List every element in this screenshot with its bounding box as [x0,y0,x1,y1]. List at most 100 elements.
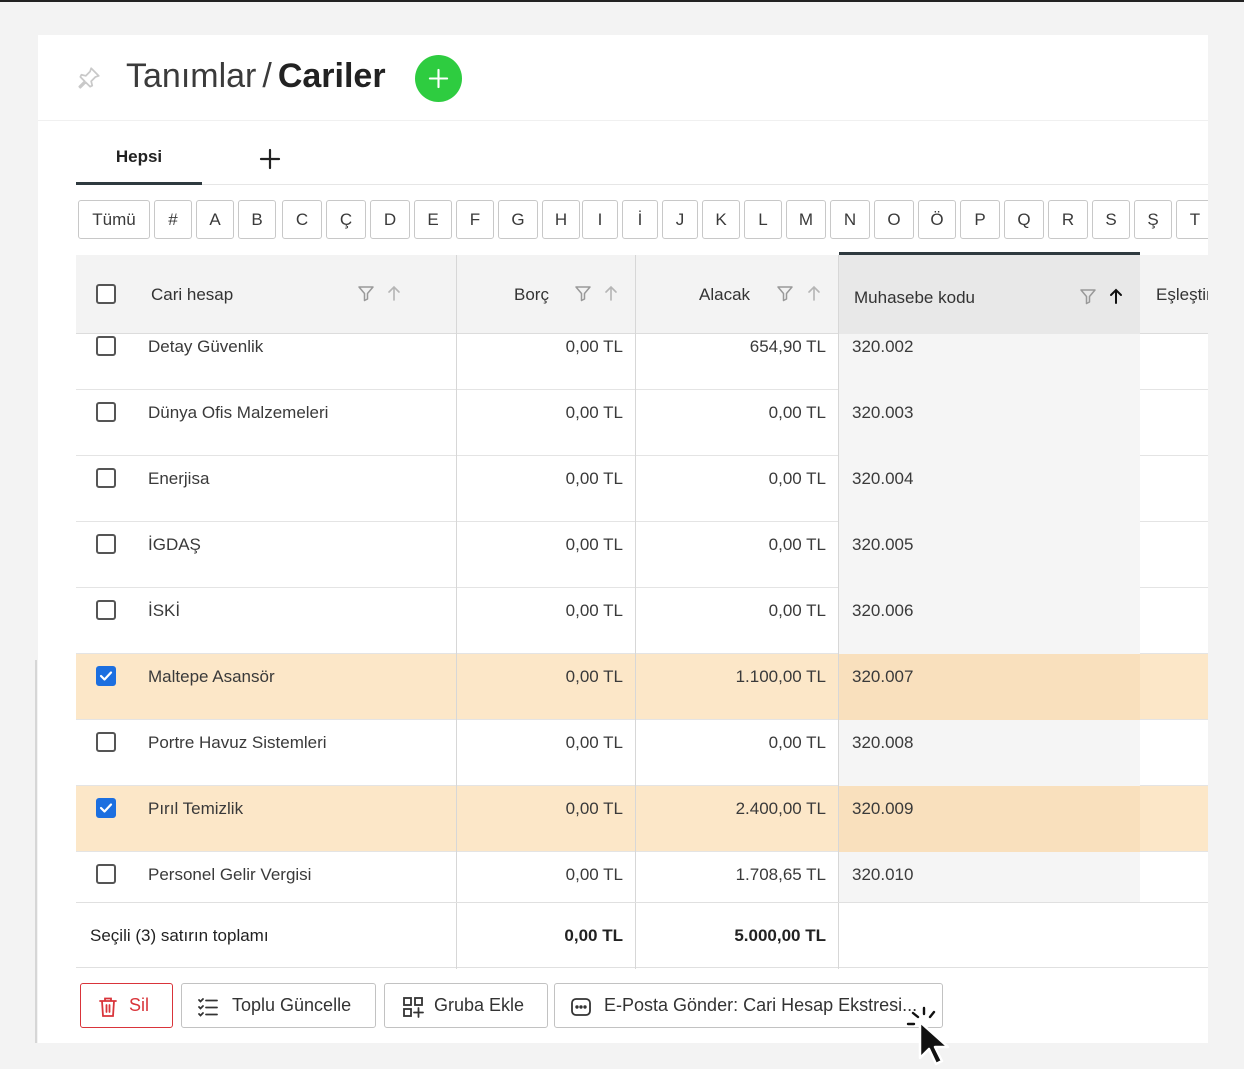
select-all-checkbox[interactable] [96,284,116,304]
letter-filter-3[interactable]: B [238,200,276,239]
delete-button[interactable]: Sil [80,983,173,1028]
filter-icon[interactable] [573,283,593,303]
col-label-eslestirme[interactable]: Eşleştirme [1156,285,1208,305]
letter-filter-4[interactable]: C [282,200,322,239]
letter-filter-5[interactable]: Ç [326,200,366,239]
col-label-borc[interactable]: Borç [514,285,549,305]
letter-filter-10[interactable]: H [542,200,580,239]
add-tab-plus-icon[interactable] [258,147,282,171]
letter-filter-21[interactable]: Q [1004,200,1044,239]
cell-borc: 0,00 TL [565,403,623,422]
sort-up-active-icon[interactable] [1106,286,1126,306]
cell-muhasebe-kodu: 320.010 [852,865,914,884]
table-row[interactable]: Personel Gelir Vergisi 0,00 TL 1.708,65 TL… [76,852,1208,902]
letter-filter-25[interactable]: T [1176,200,1208,239]
row-checkbox[interactable] [96,600,116,620]
add-cari-button[interactable] [415,55,462,102]
letter-filter-7[interactable]: E [414,200,452,239]
email-statement-button[interactable]: E-Posta Gönder: Cari Hesap Ekstresi... [554,983,943,1028]
col-label-alacak[interactable]: Alacak [699,285,750,305]
breadcrumb-current: Cariler [277,57,386,95]
letter-filter-16[interactable]: M [786,200,826,239]
add-to-group-button[interactable]: Gruba Ekle [384,983,548,1028]
cell-alacak: 0,00 TL [768,535,826,554]
cell-cari-name[interactable]: İSKİ [148,588,180,654]
sort-up-icon[interactable] [384,283,404,303]
letter-filter-15[interactable]: L [744,200,782,239]
cell-cari-name[interactable]: Pırıl Temizlik [148,786,243,852]
letter-filter-9[interactable]: G [498,200,538,239]
row-checkbox[interactable] [96,336,116,356]
letter-filter-8[interactable]: F [456,200,494,239]
row-checkbox[interactable] [96,666,116,686]
table-row[interactable]: Portre Havuz Sistemleri 0,00 TL 0,00 TL 320… [76,720,1208,786]
cell-cari-name[interactable]: Detay Güvenlik [148,334,263,390]
letter-filter-12[interactable]: İ [622,200,658,239]
col-header-eslestirme: Eşleştirme [1156,255,1208,334]
letter-filter-23[interactable]: S [1092,200,1130,239]
cell-muhasebe-kodu: 320.005 [852,535,914,554]
row-checkbox[interactable] [96,534,116,554]
cell-cari-name[interactable]: Maltepe Asansör [148,654,275,720]
col-header-muhasebe: Muhasebe kodu [839,252,1140,334]
col-label-muhasebe[interactable]: Muhasebe kodu [854,288,975,308]
trash-icon [99,997,117,1017]
window-top-border [0,0,1244,2]
col-header-cari: Cari hesap [76,255,418,334]
table-row[interactable]: Detay Güvenlik 0,00 TL 654,90 TL 320.002 [76,334,1208,390]
letter-filter-17[interactable]: N [830,200,870,239]
letter-filter-11[interactable]: I [582,200,618,239]
table-row[interactable]: Dünya Ofis Malzemeleri 0,00 TL 0,00 TL 320.… [76,390,1208,456]
bulk-update-label: Toplu Güncelle [232,995,352,1015]
table-row[interactable]: Enerjisa 0,00 TL 0,00 TL 320.004 [76,456,1208,522]
pin-icon[interactable] [76,65,102,91]
footer-borc-total: 0,00 TL [564,926,623,945]
filter-icon[interactable] [1078,286,1098,306]
letter-filter-1[interactable]: # [154,200,192,239]
table-row[interactable]: İSKİ 0,00 TL 0,00 TL 320.006 [76,588,1208,654]
letter-filter-14[interactable]: K [702,200,740,239]
bulk-update-button[interactable]: Toplu Güncelle [181,983,376,1028]
col-divider [838,786,839,852]
cell-cari-name[interactable]: Enerjisa [148,456,209,522]
table-row[interactable]: Pırıl Temizlik 0,00 TL 2.400,00 TL 320.009 [76,786,1208,852]
sort-up-icon[interactable] [601,283,621,303]
col-label-cari[interactable]: Cari hesap [151,285,233,305]
cell-muhasebe-kodu: 320.009 [852,799,914,818]
cell-borc: 0,00 TL [565,337,623,356]
filter-icon[interactable] [775,283,795,303]
tab-bar: Hepsi [76,135,1208,185]
letter-filter-24[interactable]: Ş [1134,200,1172,239]
footer-label: Seçili (3) satırın toplamı [90,926,269,945]
row-checkbox[interactable] [96,732,116,752]
cell-borc: 0,00 TL [565,469,623,488]
col-header-alacak: Alacak [636,255,838,334]
letter-filter-19[interactable]: Ö [918,200,956,239]
sort-up-icon[interactable] [804,283,824,303]
letter-filter-18[interactable]: O [874,200,914,239]
cell-borc: 0,00 TL [565,667,623,686]
letter-filter-6[interactable]: D [370,200,410,239]
cell-cari-name[interactable]: Personel Gelir Vergisi [148,852,311,902]
letter-filter-20[interactable]: P [960,200,1000,239]
cell-cari-name[interactable]: Portre Havuz Sistemleri [148,720,327,786]
letter-filter-13[interactable]: J [662,200,698,239]
cell-alacak: 2.400,00 TL [735,799,826,818]
letter-filter-22[interactable]: R [1048,200,1088,239]
row-checkbox[interactable] [96,864,116,884]
table-row[interactable]: İGDAŞ 0,00 TL 0,00 TL 320.005 [76,522,1208,588]
tab-hepsi[interactable]: Hepsi [76,135,202,185]
row-checkbox[interactable] [96,468,116,488]
cell-alacak: 0,00 TL [768,469,826,488]
row-checkbox[interactable] [96,402,116,422]
letter-filter-2[interactable]: A [196,200,234,239]
breadcrumb-parent[interactable]: Tanımlar [126,57,256,95]
cell-cari-name[interactable]: Dünya Ofis Malzemeleri [148,390,328,456]
letter-filter-all[interactable]: Tümü [78,200,150,239]
row-checkbox[interactable] [96,798,116,818]
table-row[interactable]: Maltepe Asansör 0,00 TL 1.100,00 TL 320.007 [76,654,1208,720]
cell-borc: 0,00 TL [565,601,623,620]
cell-cari-name[interactable]: İGDAŞ [148,522,201,588]
filter-icon[interactable] [356,283,376,303]
alphabet-filter: Tümü # A B C Ç D E F G H I İ J K L M N O Ö P Q R S Ş T [78,200,1208,240]
